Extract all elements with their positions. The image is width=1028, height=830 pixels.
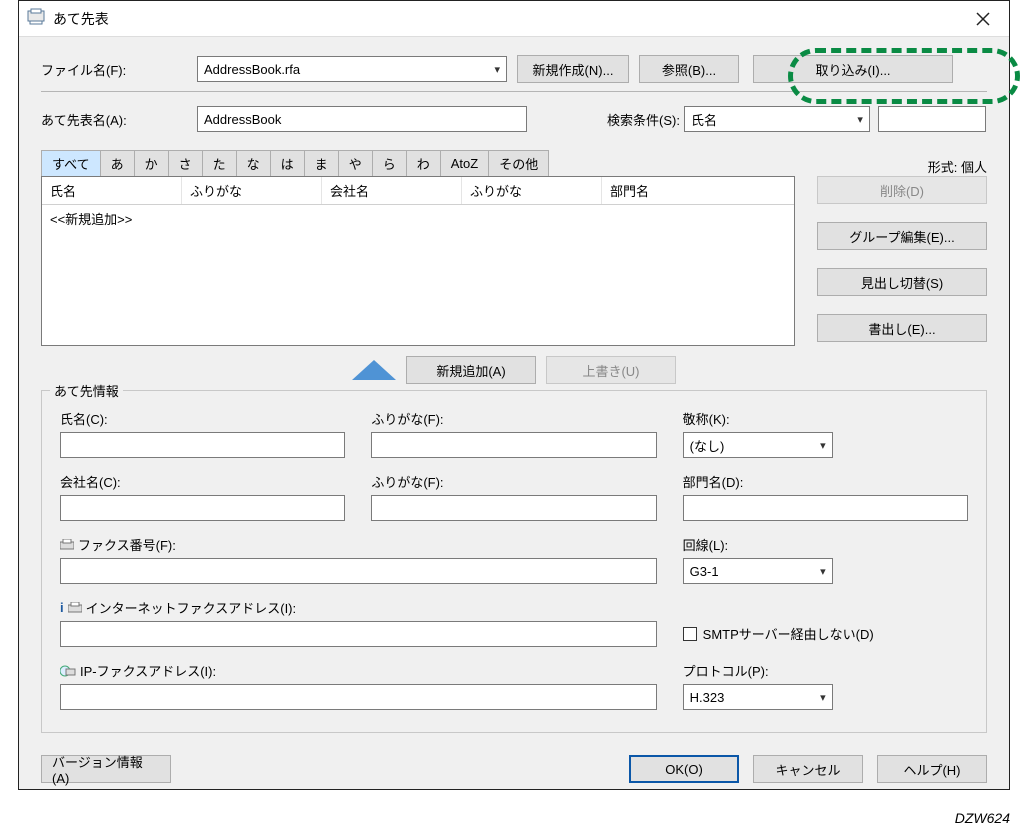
tab-all[interactable]: すべて bbox=[41, 150, 101, 176]
chevron-down-icon: ▾ bbox=[820, 565, 826, 578]
cancel-button[interactable]: キャンセル bbox=[753, 755, 863, 783]
addressbook-name-input[interactable]: AddressBook bbox=[197, 106, 527, 132]
tab-ta[interactable]: た bbox=[202, 150, 237, 176]
chevron-down-icon: ▾ bbox=[820, 439, 826, 452]
group-legend: あて先情報 bbox=[50, 381, 123, 400]
tab-ha[interactable]: は bbox=[270, 150, 305, 176]
contacts-list[interactable]: 氏名 ふりがな 会社名 ふりがな 部門名 <<新規追加>> bbox=[41, 176, 795, 346]
company-input[interactable] bbox=[60, 495, 345, 521]
furigana1-input[interactable] bbox=[371, 432, 656, 458]
honorific-label: 敬称(K): bbox=[683, 409, 968, 428]
add-button[interactable]: 新規追加(A) bbox=[406, 356, 536, 384]
dept-label: 部門名(D): bbox=[683, 472, 968, 491]
search-label: 検索条件(S): bbox=[607, 110, 680, 129]
col-furigana[interactable]: ふりがな bbox=[182, 177, 322, 204]
heading-toggle-button[interactable]: 見出し切替(S) bbox=[817, 268, 987, 296]
tab-sa[interactable]: さ bbox=[168, 150, 203, 176]
smtp-checkbox[interactable] bbox=[683, 627, 697, 641]
ipfax-input[interactable] bbox=[60, 684, 657, 710]
contact-info-group: あて先情報 氏名(C): ふりがな(F): 敬称(K): (なし) bbox=[41, 390, 987, 733]
tab-ra[interactable]: ら bbox=[372, 150, 407, 176]
fax-label: ファクス番号(F): bbox=[60, 535, 657, 554]
list-header: 氏名 ふりがな 会社名 ふりがな 部門名 bbox=[42, 177, 794, 205]
export-button[interactable]: 書出し(E)... bbox=[817, 314, 987, 342]
browse-button[interactable]: 参照(B)... bbox=[639, 55, 739, 83]
search-input[interactable] bbox=[878, 106, 986, 132]
tab-ma[interactable]: ま bbox=[304, 150, 339, 176]
file-label: ファイル名(F): bbox=[41, 60, 197, 79]
furigana1-label: ふりがな(F): bbox=[371, 409, 656, 428]
col-furigana2[interactable]: ふりがな bbox=[462, 177, 602, 204]
new-button[interactable]: 新規作成(N)... bbox=[517, 55, 629, 83]
tab-other[interactable]: その他 bbox=[488, 150, 549, 176]
tab-a[interactable]: あ bbox=[100, 150, 135, 176]
version-button[interactable]: バージョン情報(A) bbox=[41, 755, 171, 783]
file-value: AddressBook.rfa bbox=[204, 62, 300, 77]
tab-wa[interactable]: わ bbox=[406, 150, 441, 176]
help-button[interactable]: ヘルプ(H) bbox=[877, 755, 987, 783]
image-id: DZW624 bbox=[955, 810, 1010, 826]
ipfax-label: IP-ファクスアドレス(I): bbox=[60, 661, 657, 680]
dept-input[interactable] bbox=[683, 495, 968, 521]
chevron-down-icon: ▾ bbox=[494, 63, 500, 76]
name-input[interactable] bbox=[60, 432, 345, 458]
triangle-up-icon bbox=[352, 360, 396, 380]
index-tabs: すべて あ か さ た な は ま や ら わ AtoZ その他 bbox=[41, 150, 548, 176]
smtp-checkbox-label[interactable]: SMTPサーバー経由しない(D) bbox=[683, 624, 968, 643]
search-combo[interactable]: 氏名 ▾ bbox=[684, 106, 870, 132]
ifax-label: i インターネットファクスアドレス(I): bbox=[60, 598, 657, 617]
chevron-down-icon: ▾ bbox=[857, 113, 863, 126]
line-combo[interactable]: G3-1 ▾ bbox=[683, 558, 833, 584]
overwrite-button: 上書き(U) bbox=[546, 356, 676, 384]
delete-button: 削除(D) bbox=[817, 176, 987, 204]
ok-button[interactable]: OK(O) bbox=[629, 755, 739, 783]
tab-ya[interactable]: や bbox=[338, 150, 373, 176]
fax-icon bbox=[68, 602, 82, 614]
protocol-combo[interactable]: H.323 ▾ bbox=[683, 684, 833, 710]
col-dept[interactable]: 部門名 bbox=[602, 177, 794, 204]
ifax-input[interactable] bbox=[60, 621, 657, 647]
format-label: 形式: 個人 bbox=[928, 157, 987, 176]
tab-ka[interactable]: か bbox=[134, 150, 169, 176]
file-combo[interactable]: AddressBook.rfa ▾ bbox=[197, 56, 507, 82]
tab-na[interactable]: な bbox=[236, 150, 271, 176]
furigana2-input[interactable] bbox=[371, 495, 656, 521]
furigana2-label: ふりがな(F): bbox=[371, 472, 656, 491]
fax-input[interactable] bbox=[60, 558, 657, 584]
col-company[interactable]: 会社名 bbox=[322, 177, 462, 204]
protocol-label: プロトコル(P): bbox=[683, 661, 968, 680]
close-button[interactable] bbox=[963, 5, 1003, 33]
info-icon: i bbox=[60, 600, 64, 615]
import-button[interactable]: 取り込み(I)... bbox=[753, 55, 953, 83]
col-name[interactable]: 氏名 bbox=[42, 177, 182, 204]
name-label: 氏名(C): bbox=[60, 409, 345, 428]
line-label: 回線(L): bbox=[683, 535, 968, 554]
honorific-combo[interactable]: (なし) ▾ bbox=[683, 432, 833, 458]
group-edit-button[interactable]: グループ編集(E)... bbox=[817, 222, 987, 250]
tab-atoz[interactable]: AtoZ bbox=[440, 150, 489, 176]
addressbook-name-label: あて先表名(A): bbox=[41, 110, 197, 129]
globe-fax-icon bbox=[60, 665, 76, 677]
company-label: 会社名(C): bbox=[60, 472, 345, 491]
fax-icon bbox=[60, 539, 74, 551]
titlebar: あて先表 bbox=[19, 1, 1009, 37]
app-icon bbox=[27, 8, 45, 29]
list-placeholder-row[interactable]: <<新規追加>> bbox=[42, 205, 794, 232]
window-title: あて先表 bbox=[53, 9, 109, 29]
chevron-down-icon: ▾ bbox=[820, 691, 826, 704]
